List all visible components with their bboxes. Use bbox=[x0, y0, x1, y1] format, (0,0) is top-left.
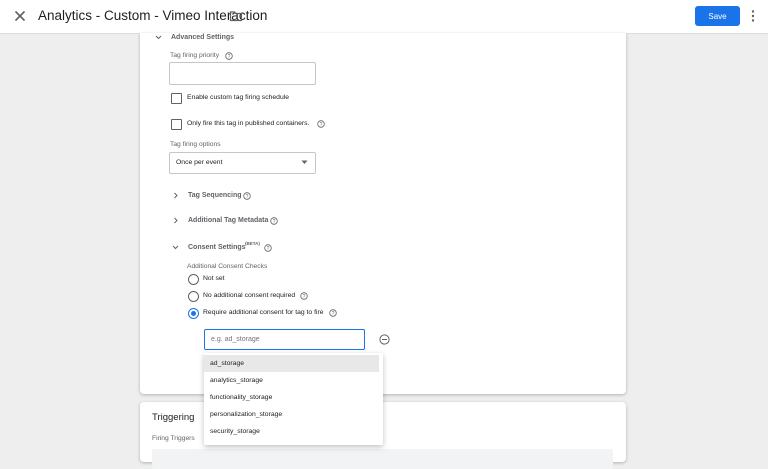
help-icon[interactable]: ? bbox=[243, 192, 251, 200]
option-ad-storage[interactable]: ad_storage bbox=[204, 355, 379, 372]
svg-text:?: ? bbox=[246, 194, 249, 200]
published-label: Only fire this tag in published containe… bbox=[187, 120, 310, 127]
help-icon[interactable]: ? bbox=[300, 292, 308, 300]
svg-text:?: ? bbox=[273, 219, 276, 225]
schedule-checkbox[interactable] bbox=[171, 93, 182, 104]
radio-require-consent[interactable] bbox=[188, 308, 199, 319]
beta-badge: (BETA) bbox=[245, 241, 260, 246]
svg-text:?: ? bbox=[332, 311, 335, 317]
folder-icon[interactable] bbox=[229, 9, 243, 23]
top-bar: Analytics - Custom - Vimeo Interaction S… bbox=[0, 0, 768, 34]
dropdown-arrow-icon bbox=[301, 160, 308, 164]
option-personalization-storage[interactable]: personalization_storage bbox=[204, 406, 379, 423]
svg-text:?: ? bbox=[320, 122, 323, 128]
tag-sequencing-toggle[interactable]: Tag Sequencing bbox=[188, 192, 242, 199]
help-icon[interactable]: ? bbox=[317, 120, 325, 128]
radio-label: Not set bbox=[203, 275, 225, 282]
chevron-right-icon[interactable] bbox=[172, 217, 179, 224]
option-security-storage[interactable]: security_storage bbox=[204, 423, 379, 440]
svg-text:?: ? bbox=[267, 246, 270, 252]
close-icon[interactable] bbox=[12, 8, 28, 24]
firing-triggers-area[interactable] bbox=[152, 449, 613, 469]
priority-label: Tag firing priority bbox=[170, 52, 220, 59]
tag-metadata-toggle[interactable]: Additional Tag Metadata bbox=[188, 217, 268, 224]
radio-no-consent[interactable] bbox=[188, 291, 199, 302]
consent-settings-toggle[interactable]: Consent Settings bbox=[188, 244, 246, 251]
published-checkbox[interactable] bbox=[171, 119, 182, 130]
radio-label: No additional consent required bbox=[203, 292, 296, 299]
chevron-down-icon[interactable] bbox=[172, 244, 179, 251]
firing-options-value: Once per event bbox=[176, 159, 223, 166]
remove-icon[interactable] bbox=[379, 334, 390, 345]
more-options-icon[interactable] bbox=[748, 9, 758, 23]
consent-checks-label: Additional Consent Checks bbox=[187, 263, 268, 270]
option-analytics-storage[interactable]: analytics_storage bbox=[204, 372, 379, 389]
firing-options-label: Tag firing options bbox=[170, 141, 221, 148]
help-icon[interactable]: ? bbox=[225, 52, 233, 60]
schedule-label: Enable custom tag firing schedule bbox=[187, 94, 290, 101]
radio-label: Require additional consent for tag to fi… bbox=[203, 309, 324, 316]
radio-not-set[interactable] bbox=[188, 274, 199, 285]
svg-text:?: ? bbox=[228, 54, 231, 60]
triggering-heading: Triggering bbox=[152, 412, 195, 423]
help-icon[interactable]: ? bbox=[264, 244, 272, 252]
advanced-settings-heading[interactable]: Advanced Settings bbox=[171, 34, 234, 41]
help-icon[interactable]: ? bbox=[329, 309, 337, 317]
option-functionality-storage[interactable]: functionality_storage bbox=[204, 389, 379, 406]
consent-type-input[interactable] bbox=[204, 329, 365, 350]
consent-suggestions-menu: ad_storage analytics_storage functionali… bbox=[204, 353, 383, 445]
chevron-down-icon[interactable] bbox=[155, 34, 162, 41]
save-button[interactable]: Save bbox=[695, 6, 740, 26]
help-icon[interactable]: ? bbox=[270, 217, 278, 225]
priority-input[interactable] bbox=[169, 62, 316, 85]
svg-text:?: ? bbox=[303, 294, 306, 300]
firing-options-select[interactable]: Once per event bbox=[169, 152, 316, 174]
chevron-right-icon[interactable] bbox=[172, 192, 179, 199]
firing-triggers-label: Firing Triggers bbox=[152, 435, 195, 442]
